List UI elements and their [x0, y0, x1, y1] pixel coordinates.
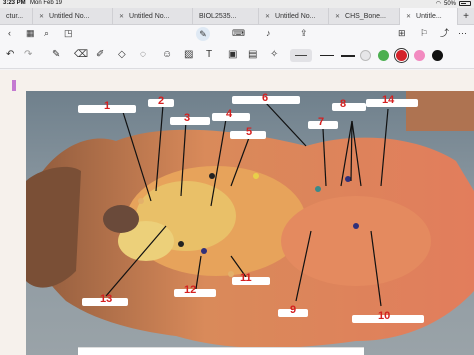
label-number-5: 5 [246, 126, 253, 138]
tab-label: Untitle... [416, 13, 442, 20]
eraser-tool-icon[interactable]: ⌫ [74, 50, 88, 60]
note-page[interactable]: 1 2 3 4 5 6 7 8 14 13 12 11 9 10 [0, 70, 474, 355]
color-swatch-black[interactable] [432, 50, 443, 61]
navigation-toolbar: ‹ ▦ ⌕ ◳ ✎ ⌨ ♪ ⇪ ⊞ ⚐ ⤴ ⋯ [0, 25, 474, 43]
undo-icon[interactable]: ↶ [6, 50, 14, 60]
new-tab-button[interactable]: + [458, 8, 474, 25]
tab-label: ctur... [6, 13, 24, 20]
export-icon[interactable]: ⤴ [440, 29, 449, 38]
label-number-6: 6 [262, 92, 269, 104]
close-icon[interactable]: ✕ [335, 13, 340, 20]
color-swatch-pink[interactable] [414, 50, 425, 61]
battery-percent: 50% [443, 0, 456, 7]
highlighter-tool-icon[interactable]: ✐ [96, 50, 104, 60]
wifi-icon: ◠ [435, 1, 441, 7]
camera-tool-icon[interactable]: ▣ [228, 50, 237, 60]
tab-document-3[interactable]: ✕ Untitled No... [113, 8, 193, 25]
status-date: Mon Feb 19 [30, 0, 63, 6]
dissection-photo: 1 2 3 4 5 6 7 8 14 13 12 11 9 10 [26, 91, 474, 355]
microphone-icon[interactable]: ♪ [266, 29, 271, 38]
close-icon[interactable]: ✕ [119, 13, 124, 20]
page-marker [12, 80, 16, 91]
tab-document-active[interactable]: ✕ Untitle... [400, 8, 458, 25]
tab-document-1[interactable]: ctur... [0, 8, 33, 25]
redo-icon[interactable]: ↷ [24, 50, 32, 60]
add-page-icon[interactable]: ⊞ [398, 29, 406, 38]
color-swatch-gray[interactable] [360, 50, 371, 61]
label-number-3: 3 [184, 112, 191, 124]
document-tab-bar: ctur... ✕ Untitled No... ✕ Untitled No..… [0, 8, 474, 25]
bookmark-icon[interactable]: ◳ [64, 29, 73, 38]
close-icon[interactable]: ✕ [265, 13, 270, 20]
label-number-11: 11 [240, 272, 252, 284]
tab-label: BIOL2535... [199, 13, 237, 20]
label-number-9: 9 [290, 304, 297, 316]
thin-stroke-option[interactable] [290, 49, 312, 62]
label-number-13: 13 [100, 293, 113, 305]
label-number-7: 7 [318, 116, 325, 128]
tab-document-4[interactable]: BIOL2535... [193, 8, 259, 25]
text-tool-icon[interactable]: T [206, 50, 212, 60]
share-icon[interactable]: ⇪ [300, 29, 308, 38]
tab-document-2[interactable]: ✕ Untitled No... [33, 8, 113, 25]
label-number-1: 1 [104, 100, 111, 112]
color-swatch-green[interactable] [378, 50, 389, 61]
shapes-tool-icon[interactable]: ◇ [118, 50, 126, 60]
bookmark-page-icon[interactable]: ⚐ [420, 29, 428, 38]
elements-tool-icon[interactable]: ☺ [162, 50, 172, 60]
label-number-14: 14 [382, 94, 395, 106]
white-card [78, 347, 364, 355]
more-options-icon[interactable]: ⋯ [458, 29, 467, 38]
medium-stroke-option[interactable] [320, 55, 334, 56]
battery-icon [459, 1, 471, 6]
close-icon[interactable]: ✕ [406, 13, 411, 20]
keyboard-icon[interactable]: ⌨ [232, 29, 245, 38]
sticky-note-icon[interactable]: ▤ [248, 50, 257, 60]
tab-document-5[interactable]: ✕ Untitled No... [259, 8, 329, 25]
label-number-2: 2 [158, 95, 165, 107]
pen-tool-icon[interactable]: ✎ [52, 50, 60, 60]
color-swatch-red[interactable] [396, 50, 407, 61]
tab-document-6[interactable]: ✕ CHS_Bone... [329, 8, 400, 25]
drawing-toolbar: ↶ ↷ ✎ ⌫ ✐ ◇ ◌ ☺ ▨ T ▣ ▤ ✧ [0, 43, 474, 69]
status-icons: ◠ 50% [436, 0, 471, 7]
close-icon[interactable]: ✕ [39, 13, 44, 20]
goodnotes-app: 3:23 PM Mon Feb 19 ◠ 50% ctur... ✕ Untit… [0, 0, 474, 355]
label-number-10: 10 [378, 310, 391, 322]
tab-label: CHS_Bone... [345, 13, 386, 20]
label-number-12: 12 [184, 284, 197, 296]
status-bar: 3:23 PM Mon Feb 19 ◠ 50% [0, 0, 474, 8]
tab-label: Untitled No... [49, 13, 90, 20]
search-icon[interactable]: ⌕ [44, 29, 49, 38]
tab-label: Untitled No... [275, 13, 316, 20]
laser-pointer-icon[interactable]: ✧ [270, 50, 278, 60]
thick-stroke-option[interactable] [341, 55, 355, 57]
image-tool-icon[interactable]: ▨ [184, 50, 193, 60]
lasso-tool-icon[interactable]: ◌ [140, 50, 146, 60]
pen-mode-icon[interactable]: ✎ [196, 27, 210, 41]
label-number-8: 8 [340, 98, 347, 110]
label-blank-8 [332, 103, 366, 111]
label-number-4: 4 [226, 108, 233, 120]
tab-label: Untitled No... [129, 13, 170, 20]
status-time: 3:23 PM [3, 0, 26, 6]
back-icon[interactable]: ‹ [8, 29, 11, 38]
grid-view-icon[interactable]: ▦ [26, 29, 35, 38]
